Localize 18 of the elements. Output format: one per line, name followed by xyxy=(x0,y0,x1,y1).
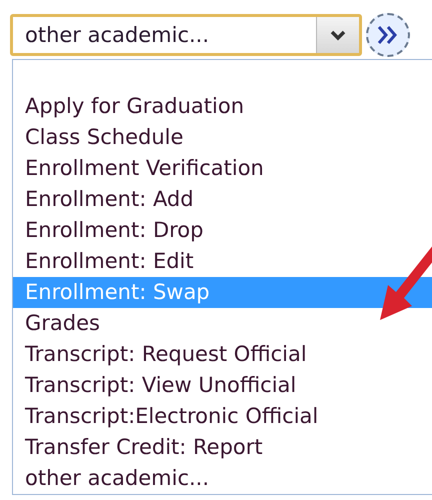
list-option[interactable]: Transcript: View Unofficial xyxy=(13,370,432,401)
list-option[interactable]: Enrollment: Drop xyxy=(13,215,432,246)
list-option[interactable]: Transfer Credit: Report xyxy=(13,432,432,463)
select-value: other academic... xyxy=(24,22,210,49)
list-option[interactable]: Enrollment Verification xyxy=(13,153,432,184)
list-option[interactable]: Transcript: Request Official xyxy=(13,339,432,370)
caret-icon xyxy=(330,29,346,41)
list-option[interactable]: Enrollment: Edit xyxy=(13,246,432,277)
list-option[interactable]: Transcript:Electronic Official xyxy=(13,401,432,432)
list-option[interactable]: other academic... xyxy=(13,463,432,494)
go-button[interactable] xyxy=(366,13,410,57)
double-chevron-icon xyxy=(376,24,400,46)
list-option[interactable]: Enrollment: Add xyxy=(13,184,432,215)
list-option[interactable]: Grades xyxy=(13,308,432,339)
dropdown-select[interactable]: other academic... xyxy=(10,14,362,56)
dropdown-button[interactable] xyxy=(316,17,359,53)
list-option[interactable]: Apply for Graduation xyxy=(13,91,432,122)
list-option[interactable]: Class Schedule xyxy=(13,122,432,153)
